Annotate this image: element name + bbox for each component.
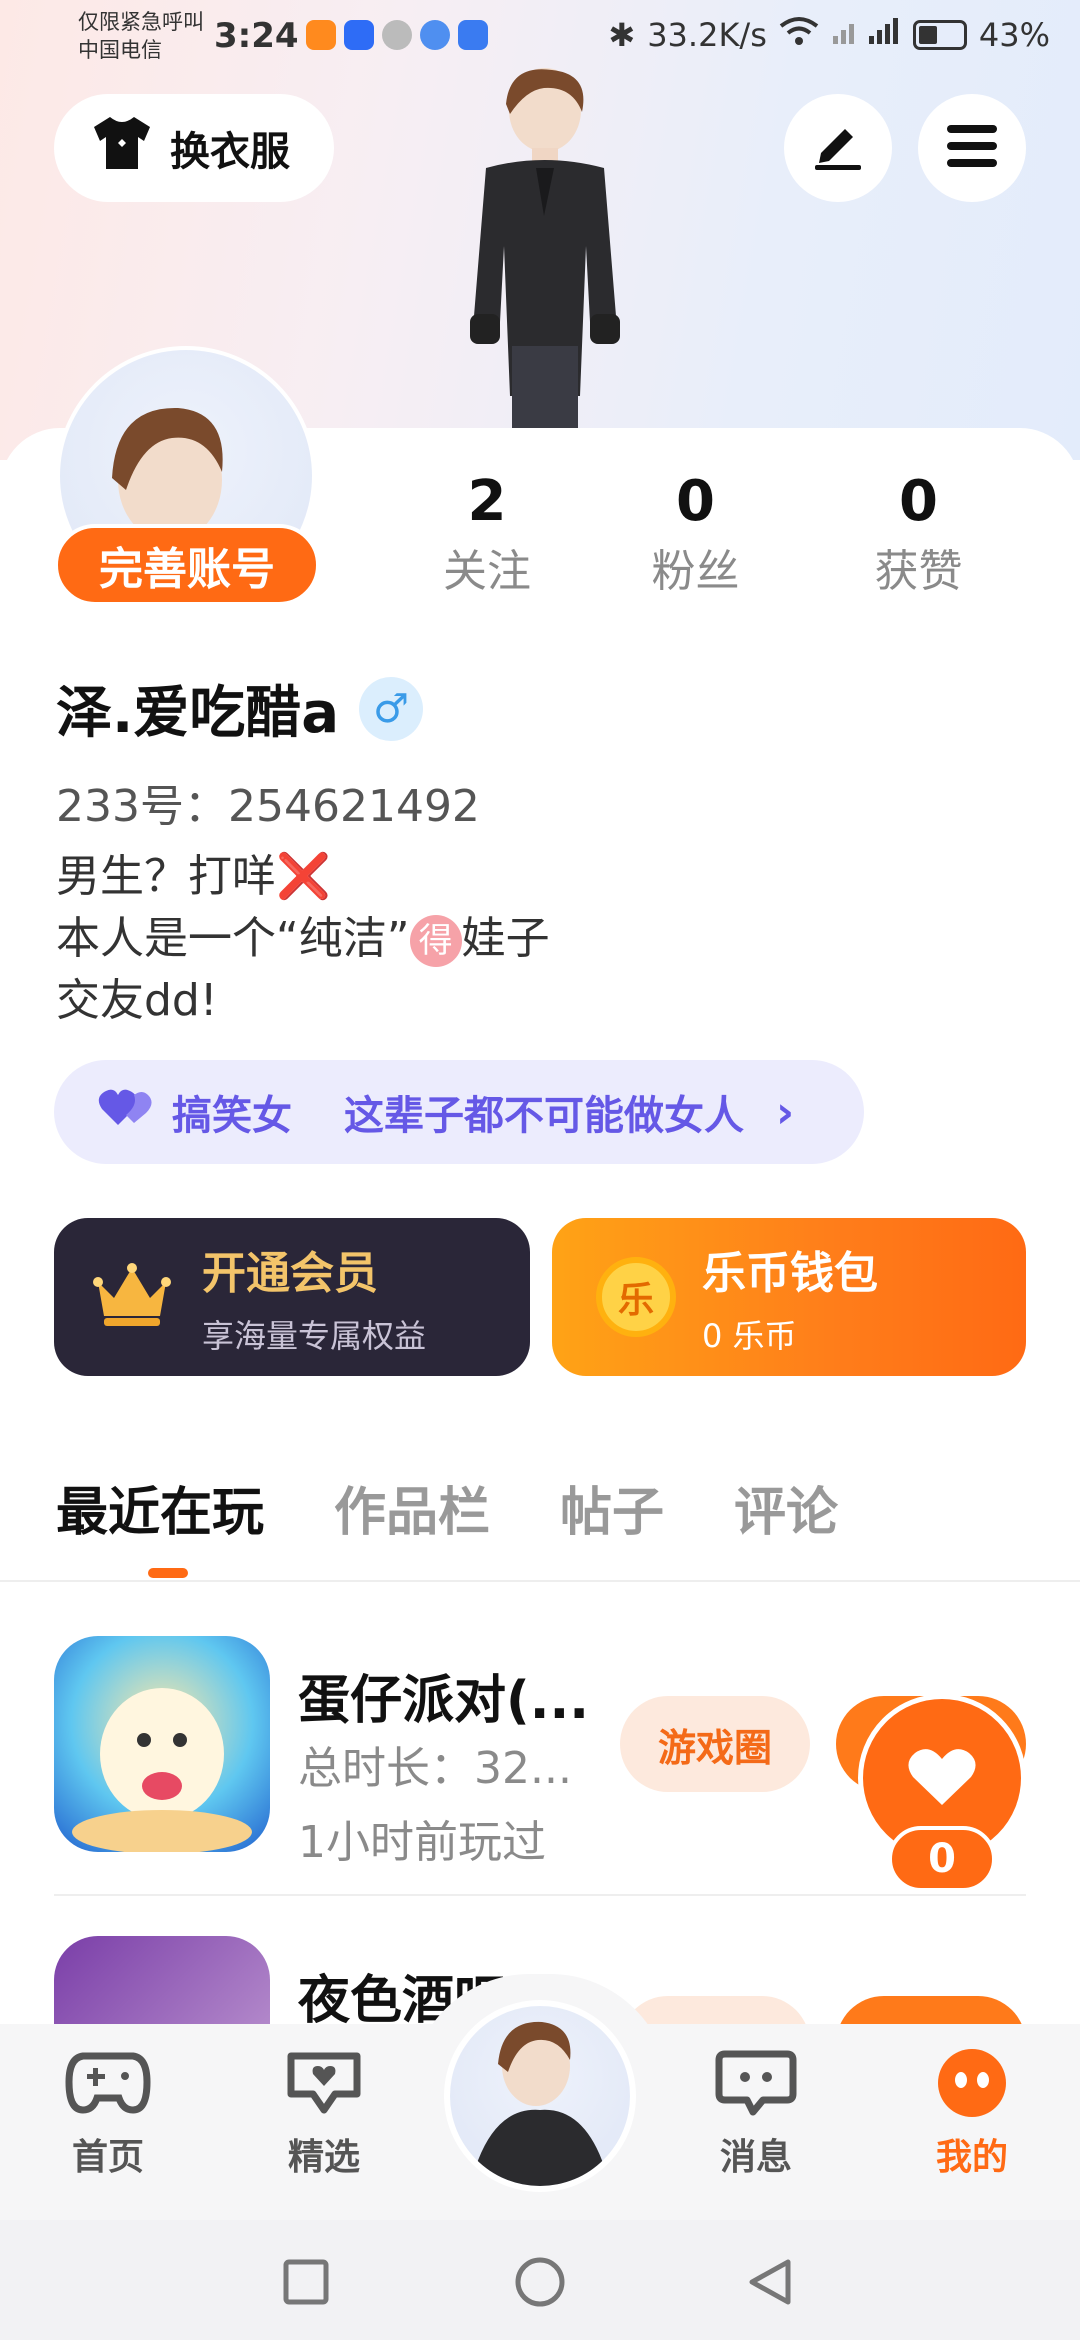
bio-line-1: 男生？打咩❌ [56,846,550,908]
weather-icon [458,20,488,50]
video-app-icon [306,20,336,50]
stat-value: 2 [467,469,507,534]
nav-label: 首页 [71,2137,144,2178]
tab-recently-played[interactable]: 最近在玩 [56,1470,264,1578]
pen-icon [811,121,865,175]
signal-icon [831,16,901,54]
home-circle-icon[interactable] [514,2256,566,2312]
stat-value: 0 [899,469,938,534]
tabs-divider [0,1580,1080,1582]
vip-text: 开通会员 享海量专属权益 [202,1237,426,1357]
nav-messages[interactable]: 消息 [686,2048,826,2180]
tag-2: 这辈子都不可能做女人 [344,1093,744,1139]
chat-bubble-icon [713,2050,799,2122]
bluetooth-icon: ✱ [608,16,636,54]
bio-line-2: 本人是一个“纯洁” 得娃子 [56,908,550,970]
personality-tag-pill[interactable]: 搞笑女 这辈子都不可能做女人 › [54,1060,864,1164]
complete-account-button[interactable]: 完善账号 [54,524,320,606]
row-divider [54,1894,1026,1896]
stat-label: 获赞 [874,546,963,597]
user-id[interactable]: 233号：254621492 [56,770,480,834]
recent-apps-icon[interactable] [282,2258,330,2310]
game-icon [54,1636,270,1852]
crown-icon [92,1260,172,1334]
bio-line-2-a: 本人是一个“纯洁” [56,913,410,964]
nav-avatar-button[interactable] [444,2000,636,2192]
nav-featured[interactable]: 精选 [254,2048,394,2180]
stat-following[interactable]: 2 关注 [390,462,584,602]
like-count: 0 [888,1826,996,1892]
stat-value: 0 [675,469,715,534]
avatar-3d-figure[interactable] [440,66,650,430]
heart-icon [907,1745,977,1811]
cross-mark-icon: ❌ [276,851,331,902]
stat-fans[interactable]: 0 粉丝 [584,462,807,602]
change-outfit-button[interactable]: 换衣服 [54,94,334,202]
change-outfit-label: 换衣服 [170,129,290,175]
bio: 男生？打咩❌ 本人是一个“纯洁” 得娃子 交友dd! [56,846,550,1032]
tab-posts[interactable]: 帖子 [560,1470,664,1545]
wallet-balance: 0 乐币 [702,1317,797,1355]
smile-face-icon [934,2049,1010,2122]
chevron-right-icon: › [776,1086,795,1138]
game-last-played: 1小时前玩过 [298,1817,546,1868]
shirt-icon [90,113,154,183]
wallet-text: 乐币钱包 0 乐币 [702,1237,878,1357]
de-circle-icon: 得 [409,915,462,967]
coin-icon: 乐 [596,1257,676,1337]
vip-title: 开通会员 [202,1248,378,1299]
profile-tabs: 最近在玩 作品栏 帖子 评论 [56,1470,838,1578]
stat-label: 粉丝 [651,546,740,597]
nav-me[interactable]: 我的 [902,2048,1042,2180]
game-title: 蛋仔派对(... [298,1671,590,1731]
menu-icon [945,123,999,173]
status-right: ✱ 33.2K/s 43% [608,16,1050,54]
gamepad-icon [65,2052,151,2122]
wechat-icon [382,20,412,50]
carrier-info: 仅限紧急呼叫 中国电信 [78,8,204,64]
nav-label: 我的 [935,2137,1008,2178]
nav-avatar [450,2006,630,2186]
wifi-icon [779,16,819,54]
game-playtime: 总时长：32... [298,1743,572,1794]
tab-works[interactable]: 作品栏 [334,1470,490,1545]
bulb-app-icon [344,20,374,50]
bio-line-1-text: 男生？打咩 [56,851,276,902]
heart-chat-icon [281,2052,367,2122]
battery-icon [912,20,967,50]
vip-subtitle: 享海量专属权益 [202,1317,427,1355]
system-navigation-bar [0,2220,1080,2340]
tab-comments[interactable]: 评论 [734,1470,838,1545]
browser-icon [420,20,450,50]
stat-likes[interactable]: 0 获赞 [807,462,1030,602]
notification-icons [306,20,488,50]
bio-line-2-b: 娃子 [461,913,550,964]
menu-button[interactable] [918,94,1026,202]
name-row: 泽.爱吃醋a ♂ [56,668,424,749]
male-gender-icon: ♂ [359,676,424,741]
edit-profile-button[interactable] [784,94,892,202]
bio-line-3: 交友dd! [56,975,218,1026]
network-speed: 33.2K/s [647,16,767,54]
carrier-line2: 中国电信 [78,38,162,62]
stat-label: 关注 [442,546,531,597]
tag-1: 搞笑女 [172,1093,292,1139]
status-time: 3:24 [214,16,299,56]
wallet-card[interactable]: 乐 乐币钱包 0 乐币 [552,1218,1026,1376]
vip-card[interactable]: 开通会员 享海量专属权益 [54,1218,530,1376]
game-circle-button[interactable]: 游戏圈 [620,1696,810,1792]
nav-home[interactable]: 首页 [38,2048,178,2180]
profile-stats: 2 关注 0 粉丝 0 获赞 [390,462,1030,602]
battery-percent: 43% [978,16,1050,54]
status-bar: 仅限紧急呼叫 中国电信 3:24 ✱ 33.2K/s 43% [0,0,1080,76]
nav-label: 消息 [719,2137,792,2178]
wallet-title: 乐币钱包 [702,1248,878,1299]
username: 泽.爱吃醋a [56,681,340,746]
back-triangle-icon[interactable] [744,2256,796,2312]
double-heart-icon [98,1087,154,1137]
nav-label: 精选 [287,2137,360,2178]
carrier-line1: 仅限紧急呼叫 [78,10,204,34]
